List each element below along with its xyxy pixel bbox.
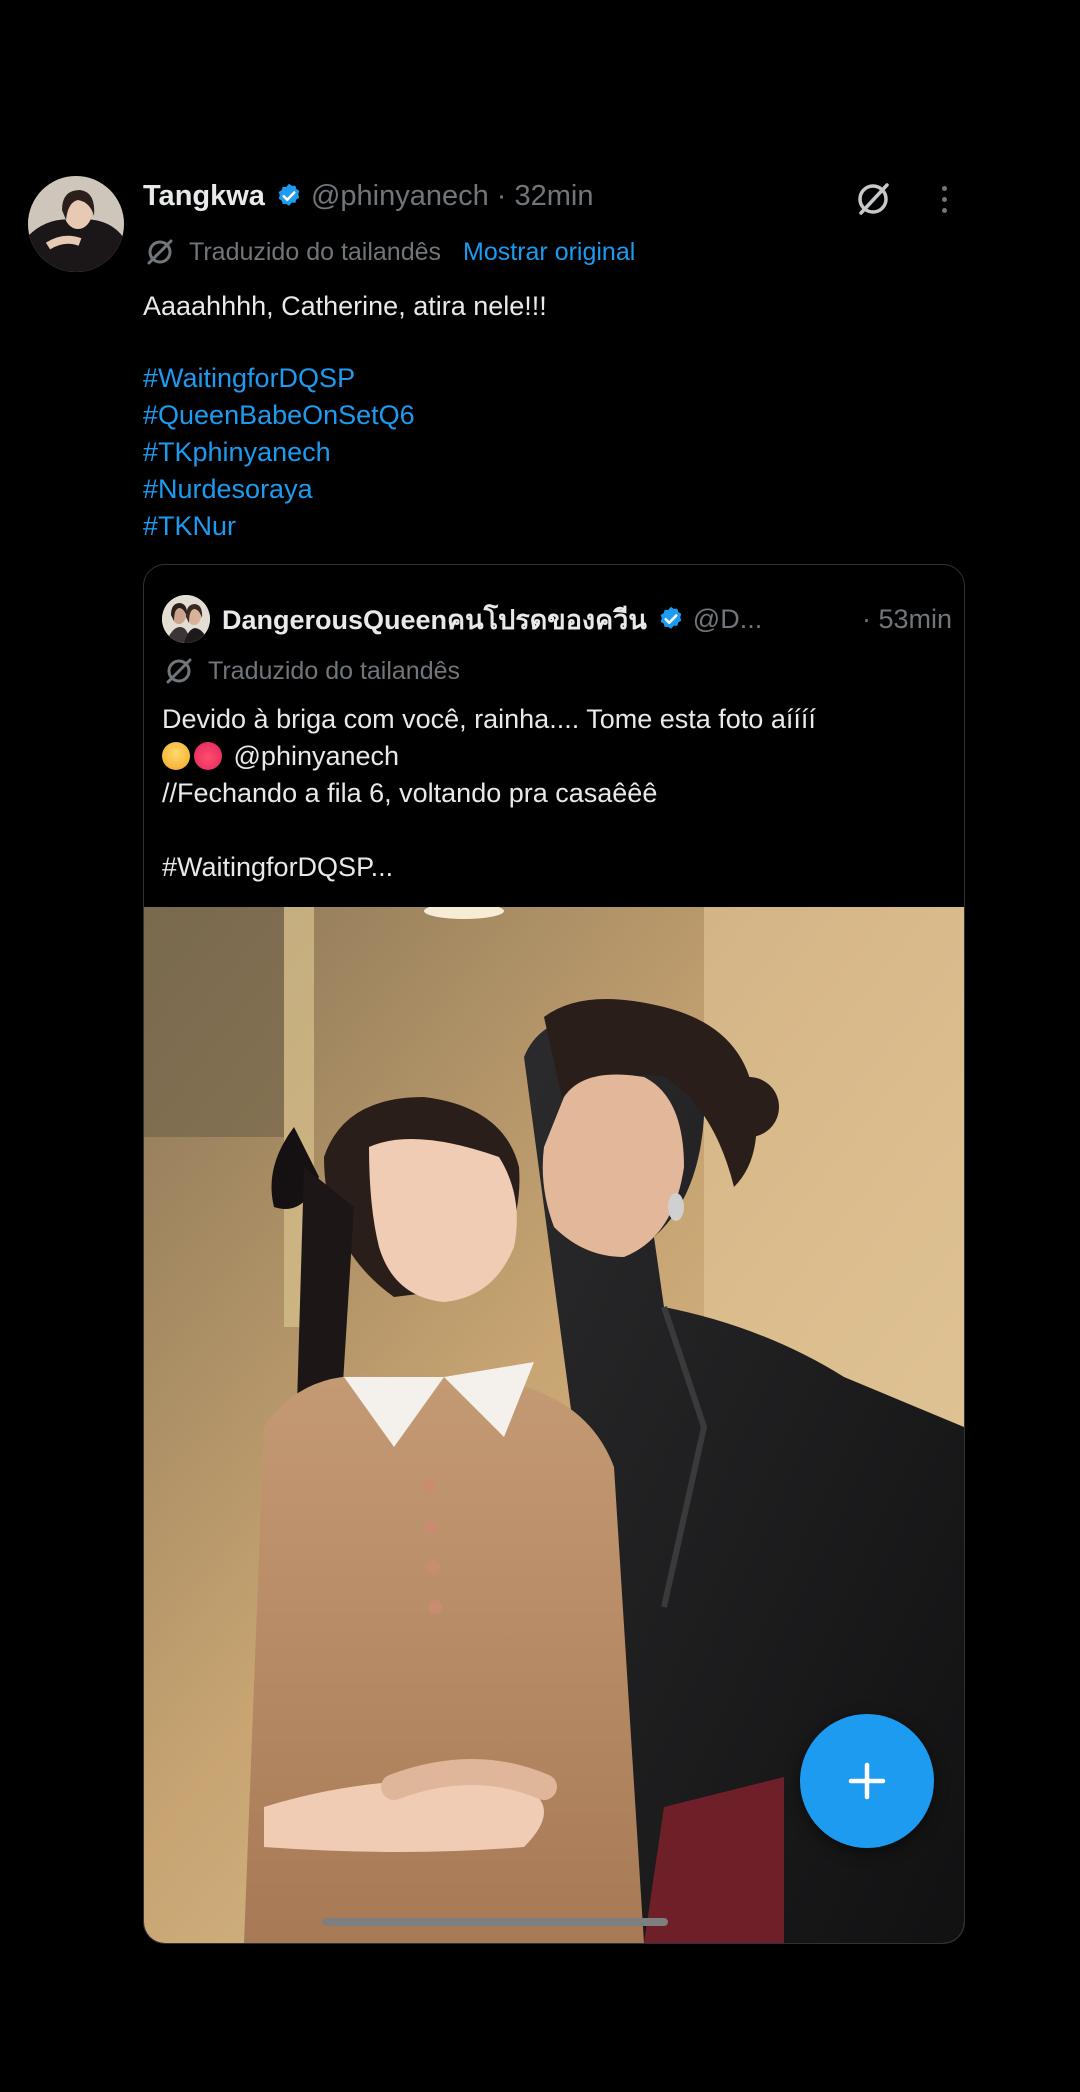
hashtag-link[interactable]: #QueenBabeOnSetQ6 — [143, 397, 415, 434]
verified-badge-icon — [278, 183, 300, 206]
verified-badge-icon — [660, 606, 682, 629]
quoted-header: DangerousQueenคนโปรดของควีน @D... · 53mi… — [222, 597, 952, 641]
plus-icon — [848, 1762, 886, 1800]
quoted-author-name: DangerousQueenคนโปรดของควีน — [222, 604, 647, 635]
tweet-hashtags: #WaitingforDQSP #QueenBabeOnSetQ6 #TKphi… — [143, 360, 415, 545]
compose-plus-icon[interactable] — [800, 1714, 934, 1848]
quoted-author-handle: @D... — [692, 603, 763, 634]
hashtag-link[interactable]: #WaitingforDQSP — [143, 360, 415, 397]
author-avatar[interactable] — [28, 176, 124, 272]
hashtag-link[interactable]: #Nurdesoraya — [143, 471, 415, 508]
mention-text: @phinyanech — [233, 741, 400, 771]
tweet-text-line: Aaaahhhh, Catherine, atira nele!!! — [143, 291, 547, 321]
translation-row: Traduzido do tailandês Mostrar original — [143, 232, 635, 272]
quoted-translation-row: Traduzido do tailandês — [162, 651, 460, 691]
grok-icon[interactable] — [852, 178, 894, 220]
more-options-icon[interactable] — [930, 178, 958, 220]
heart-on-fire-emoji-icon — [194, 742, 222, 770]
quoted-text-line: Devido à briga com você, rainha.... Tome… — [162, 704, 816, 734]
tweet-text: Aaaahhhh, Catherine, atira nele!!! — [143, 288, 547, 325]
tweet-header: Tangkwa @phinyanech · 32min — [143, 174, 593, 218]
author-name[interactable]: Tangkwa — [143, 180, 265, 213]
translate-icon — [147, 239, 173, 265]
hashtag-link[interactable]: #TKNur — [143, 508, 415, 545]
show-original-link[interactable]: Mostrar original — [463, 238, 635, 267]
quoted-timestamp: · 53min — [861, 603, 952, 634]
quoted-text-line: #WaitingforDQSP... — [162, 852, 394, 882]
quoted-author-avatar — [162, 595, 210, 643]
hashtag-link[interactable]: #TKphinyanech — [143, 434, 415, 471]
quoted-translated-label: Traduzido do tailandês — [208, 656, 461, 685]
quoted-text: Devido à briga com você, rainha.... Tome… — [162, 701, 952, 886]
author-handle-time[interactable]: @phinyanech · 32min — [311, 180, 594, 213]
translate-icon — [166, 658, 192, 684]
home-indicator[interactable] — [322, 1918, 668, 1926]
quoted-text-line: //Fechando a fila 6, voltando pra casaêê… — [162, 778, 658, 808]
translated-label: Traduzido do tailandês — [189, 237, 442, 266]
quoted-text-line-mention: @phinyanech — [162, 738, 952, 775]
quoted-text-line — [162, 812, 952, 849]
flushed-face-emoji-icon — [162, 742, 190, 770]
